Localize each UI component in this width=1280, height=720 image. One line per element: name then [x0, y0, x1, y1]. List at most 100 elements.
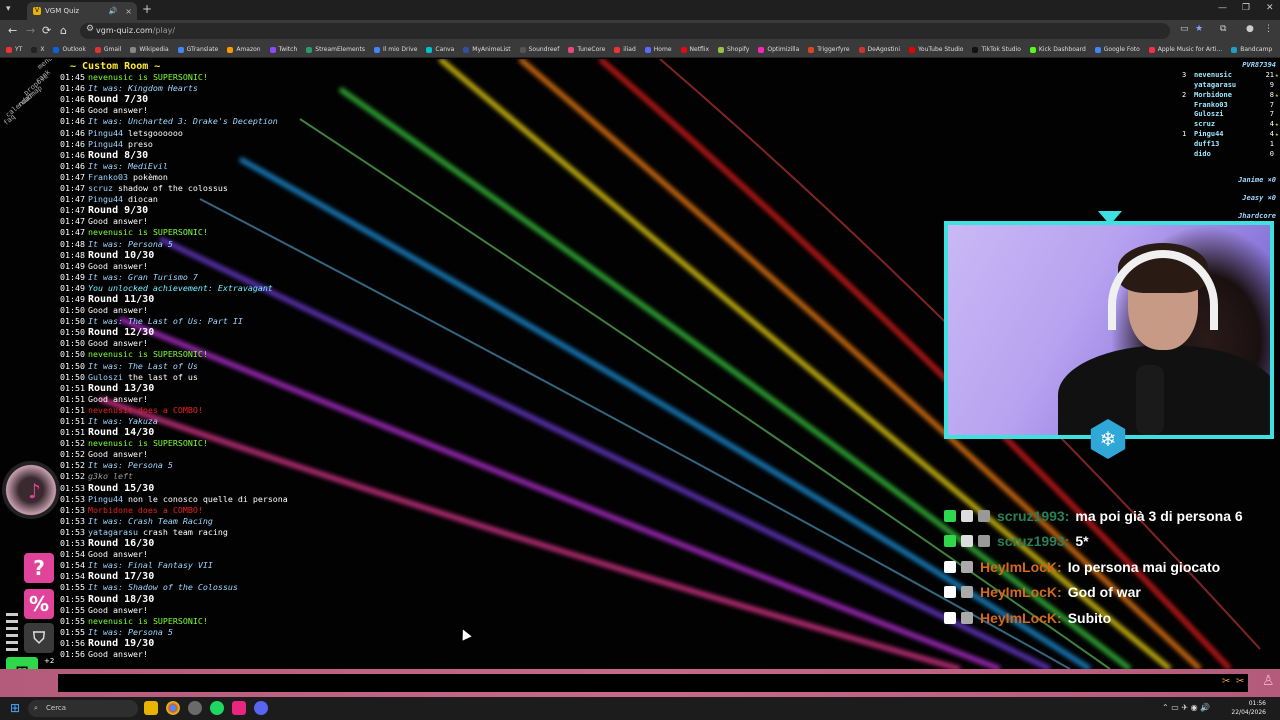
log-text: is SUPERSONIC!: [137, 438, 208, 449]
tray-icons[interactable]: ⌃ ▭ ✈ ◉ 🔊: [1162, 703, 1210, 712]
file-explorer-icon[interactable]: [144, 701, 158, 715]
cast-icon[interactable]: ▭: [1180, 24, 1189, 34]
log-line: 01:46 It was: Kingdom Hearts: [60, 83, 580, 94]
bookmark-label: Netflix: [689, 46, 710, 53]
player-score: 1: [1269, 140, 1274, 149]
player-score: 7: [1269, 110, 1274, 119]
log-text: It was: Crash Team Racing: [87, 515, 213, 526]
player-score: 21: [1265, 70, 1274, 79]
bookmark-item[interactable]: DeAgostini: [858, 46, 900, 53]
tiktok-icon[interactable]: [232, 701, 246, 715]
bookmark-item[interactable]: Optimizilla: [758, 46, 799, 53]
bookmark-item[interactable]: Canva: [426, 46, 454, 53]
log-text: It was: Persona 5: [87, 626, 173, 637]
stream-chat-message: HeyImLocK: Subito: [944, 605, 1280, 631]
log-text: It was: Gran Turismo 7: [87, 271, 198, 282]
bookmark-item[interactable]: Il mio Drive: [373, 46, 417, 53]
category-anime[interactable]: Janime ×0: [1238, 176, 1276, 184]
bookmark-item[interactable]: TikTok Studio: [972, 46, 1021, 53]
bookmark-item[interactable]: Soundreef: [519, 46, 559, 53]
bookmark-item[interactable]: Amazon: [227, 46, 261, 53]
back-icon[interactable]: ←: [8, 24, 17, 37]
percent-button[interactable]: %: [24, 589, 54, 619]
bookmark-item[interactable]: Outlook: [53, 46, 86, 53]
profile-icon[interactable]: ●: [1246, 24, 1254, 34]
search-icon: ⌕: [34, 704, 38, 712]
bookmark-item[interactable]: TuneCore: [568, 46, 605, 53]
spotify-icon[interactable]: [210, 701, 224, 715]
close-window-icon[interactable]: ✕: [1266, 3, 1274, 13]
help-button[interactable]: ?: [24, 553, 54, 583]
maximize-icon[interactable]: ❐: [1242, 3, 1250, 13]
bookmark-item[interactable]: Home: [644, 46, 672, 53]
forward-icon[interactable]: →: [26, 24, 35, 37]
log-line: 01:47 Good answer!: [60, 216, 580, 227]
scoreboard-row: 1 Pingu44 4 ★: [1180, 130, 1280, 140]
bookmark-item[interactable]: YouTube Studio: [909, 46, 963, 53]
log-timestamp: 01:54: [60, 560, 85, 571]
bookmark-item[interactable]: MyAnimeList: [463, 46, 511, 53]
windows-start-icon[interactable]: ⊞: [10, 701, 20, 715]
log-timestamp: 01:56: [60, 637, 85, 648]
bookmark-item[interactable]: Wikipedia: [130, 46, 169, 53]
speaker-icon[interactable]: 🔊: [109, 7, 118, 15]
bookmark-item[interactable]: Netflix: [680, 46, 710, 53]
log-username: Pingu44: [87, 127, 123, 138]
stream-chat-username: scruz1993:: [997, 533, 1070, 550]
faq-link[interactable]: faq: [2, 113, 17, 127]
new-tab-button[interactable]: +: [142, 2, 152, 16]
log-timestamp: 01:50: [60, 349, 85, 360]
reload-icon[interactable]: ⟳: [42, 24, 51, 37]
discord-icon[interactable]: [254, 701, 268, 715]
bookmark-item[interactable]: Twitch: [269, 46, 297, 53]
taskbar-clock[interactable]: 01:56 22/04/2026: [1231, 699, 1266, 717]
log-timestamp: 01:55: [60, 615, 85, 626]
taskbar-search[interactable]: ⌕ Cerca: [28, 700, 138, 717]
log-timestamp: 01:49: [60, 260, 85, 271]
bookmark-item[interactable]: Bandcamp: [1231, 46, 1272, 53]
bookmark-item[interactable]: Kick Dashboard: [1029, 46, 1086, 53]
emote-icon[interactable]: ✂: [1236, 676, 1244, 687]
bookmark-item[interactable]: X: [31, 46, 44, 53]
chrome-icon[interactable]: [166, 701, 180, 715]
site-info-icon[interactable]: ⚙: [86, 24, 94, 34]
tab-search-icon[interactable]: ▾: [6, 4, 11, 14]
log-text: letsgoooooo: [127, 127, 183, 138]
tab-vgm-quiz[interactable]: V VGM Quiz 🔊 ×: [27, 2, 137, 20]
home-icon[interactable]: ⌂: [60, 24, 67, 37]
log-line: 01:46 Round 7/30: [60, 94, 580, 105]
bookmark-item[interactable]: StreamElements: [306, 46, 365, 53]
bookmark-item[interactable]: Apple Music for Arti...: [1148, 46, 1222, 53]
player-score: 4: [1269, 130, 1274, 139]
bookmark-item[interactable]: Triggerfyre: [808, 46, 850, 53]
answer-input[interactable]: [58, 674, 1248, 692]
log-text: Good answer!: [87, 338, 148, 349]
extensions-icon[interactable]: ⧉: [1220, 24, 1226, 34]
settings-shield-button[interactable]: ⛉: [24, 623, 54, 653]
bookmark-label: Outlook: [62, 46, 86, 53]
log-line: 01:55 Round 18/30: [60, 594, 580, 605]
bookmark-item[interactable]: GTranslate: [177, 46, 218, 53]
obs-icon[interactable]: [188, 701, 202, 715]
menu-dots-icon[interactable]: ⋮: [1264, 24, 1273, 34]
address-bar[interactable]: vgm-quiz.com/play/: [80, 23, 1170, 39]
bookmark-item[interactable]: Google Foto: [1094, 46, 1140, 53]
log-timestamp: 01:46: [60, 127, 85, 138]
category-easy[interactable]: Jeasy ×0: [1242, 194, 1276, 202]
bookmark-label: Canva: [435, 46, 455, 53]
category-hardcore[interactable]: Jhardcore: [1238, 212, 1276, 220]
bookmark-item[interactable]: Gmail: [94, 46, 121, 53]
log-line: 01:55 Good answer!: [60, 605, 580, 616]
player-score: 9: [1269, 80, 1274, 89]
player-name: nevenusic: [1194, 70, 1232, 79]
close-tab-icon[interactable]: ×: [125, 7, 132, 16]
log-timestamp: 01:54: [60, 549, 85, 560]
bookmark-item[interactable]: Shopify: [718, 46, 749, 53]
bookmark-star-icon[interactable]: ★: [1195, 24, 1203, 34]
log-text: Good answer!: [87, 449, 148, 460]
log-line: 01:54 It was: Final Fantasy VII: [60, 560, 580, 571]
bookmark-item[interactable]: YT: [6, 46, 22, 53]
minimize-icon[interactable]: —: [1218, 3, 1227, 13]
emoji-icon[interactable]: ✂: [1222, 676, 1230, 687]
bookmark-item[interactable]: iliad: [614, 46, 636, 53]
